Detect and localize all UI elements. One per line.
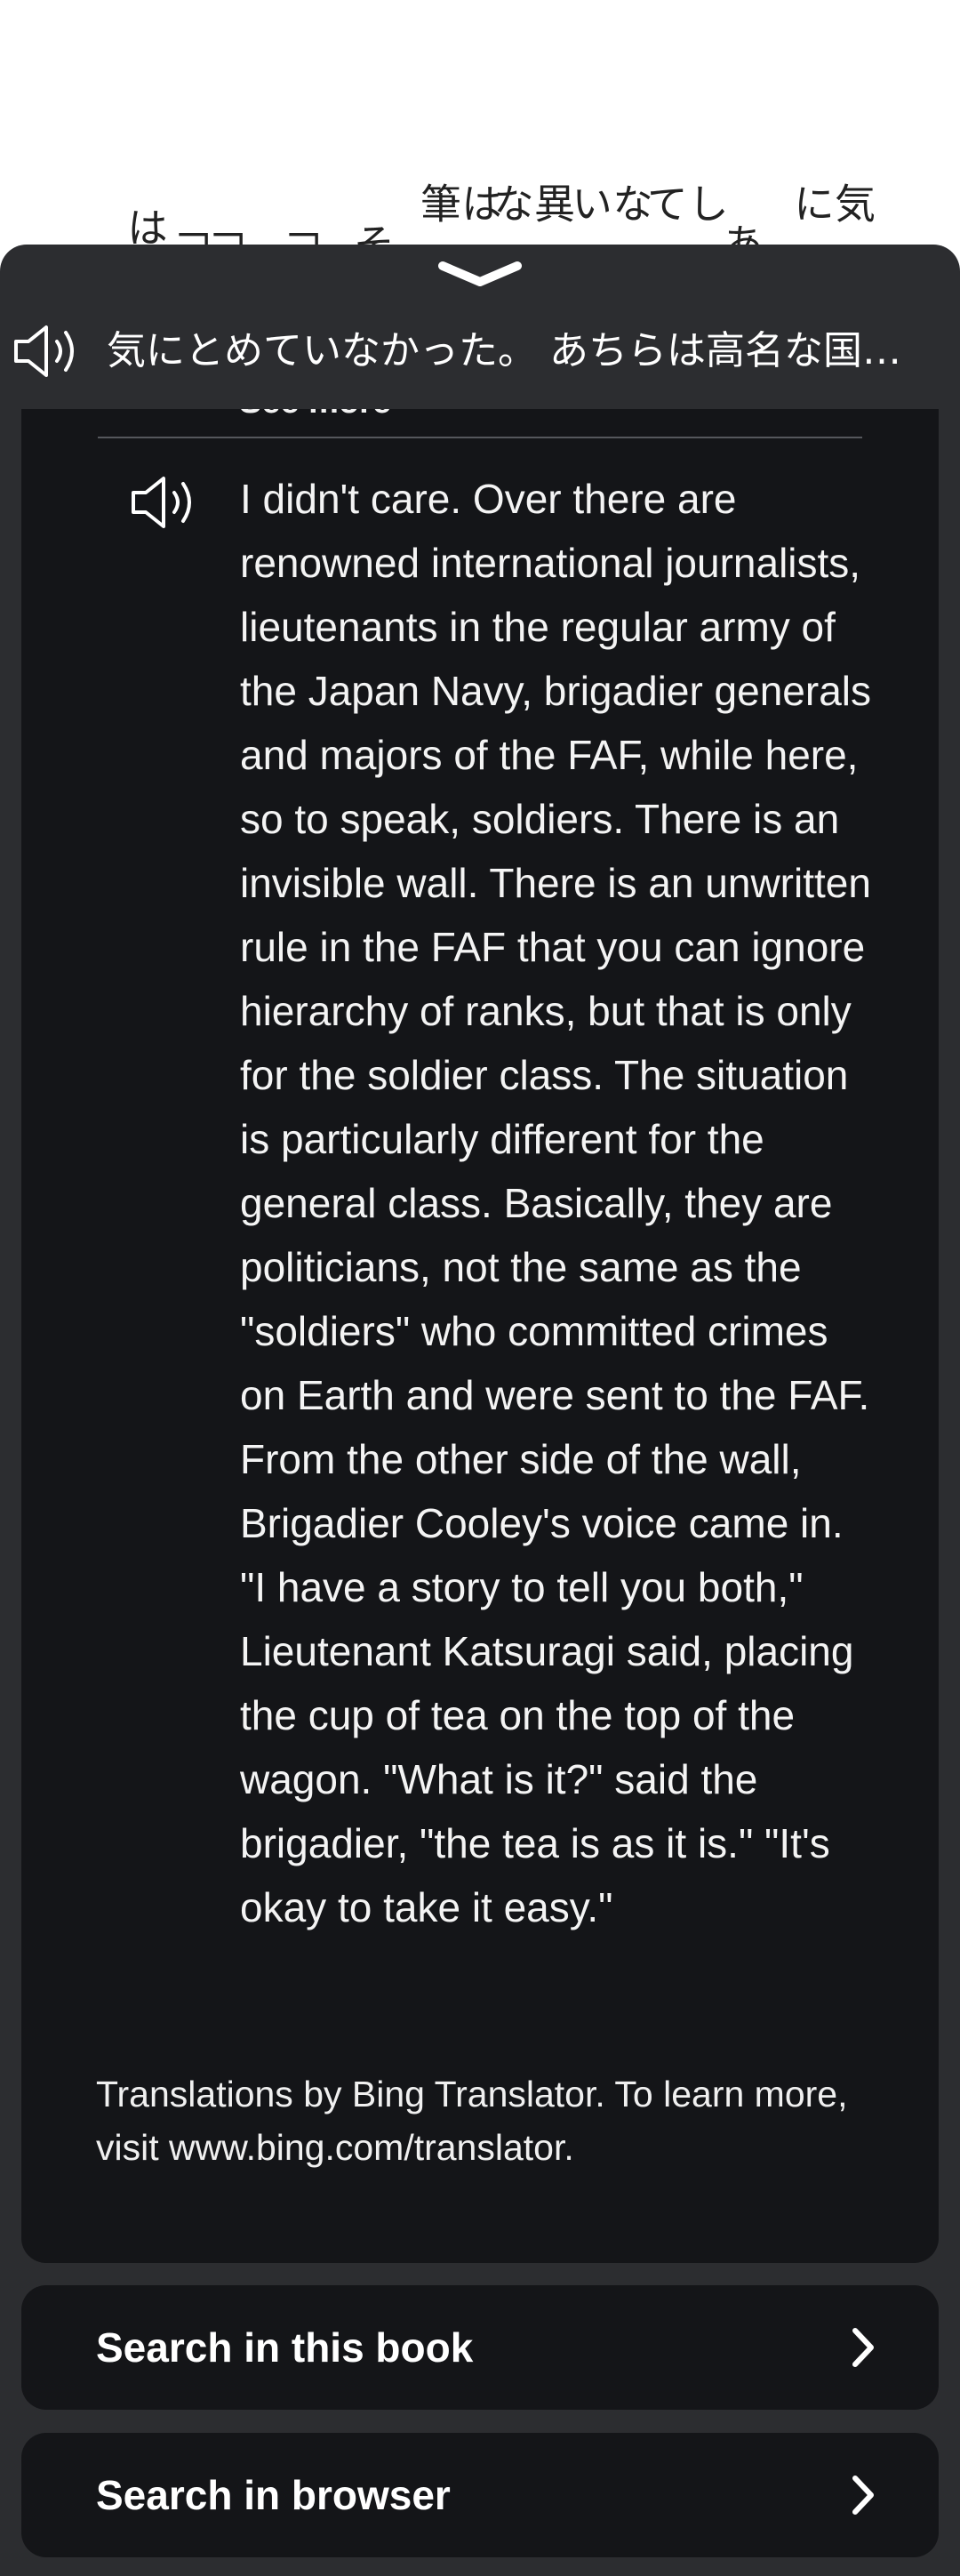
search-in-browser-button[interactable]: Search in browser xyxy=(21,2433,939,2557)
speaker-icon[interactable] xyxy=(11,320,82,382)
book-page-background: 「おは 「く 「三 そ は筆 異な ない して あ 気に xyxy=(0,0,960,292)
search-in-book-label: Search in this book xyxy=(96,2324,474,2371)
chevron-right-icon xyxy=(852,2328,874,2367)
collapse-chevron-icon[interactable] xyxy=(436,255,524,291)
chevron-right-icon xyxy=(852,2476,874,2515)
source-text: 気にとめていなかった。 あちらは高名な国際ジャーナリスト xyxy=(107,328,907,373)
search-in-book-button[interactable]: Search in this book xyxy=(21,2285,939,2410)
translated-text: I didn't care. Over there are renowned i… xyxy=(240,476,872,1930)
divider xyxy=(98,437,862,438)
source-text-header: 気にとめていなかった。 あちらは高名な国際ジャーナリスト xyxy=(0,293,960,409)
translation-bottom-sheet: 気にとめていなかった。 あちらは高名な国際ジャーナリスト See more I … xyxy=(0,245,960,2576)
search-in-browser-label: Search in browser xyxy=(96,2472,451,2518)
speaker-icon[interactable] xyxy=(128,471,199,534)
translation-card: See more I didn't care. Over there are r… xyxy=(21,396,939,2263)
translator-attribution: Translations by Bing Translator. To lear… xyxy=(96,2074,848,2168)
